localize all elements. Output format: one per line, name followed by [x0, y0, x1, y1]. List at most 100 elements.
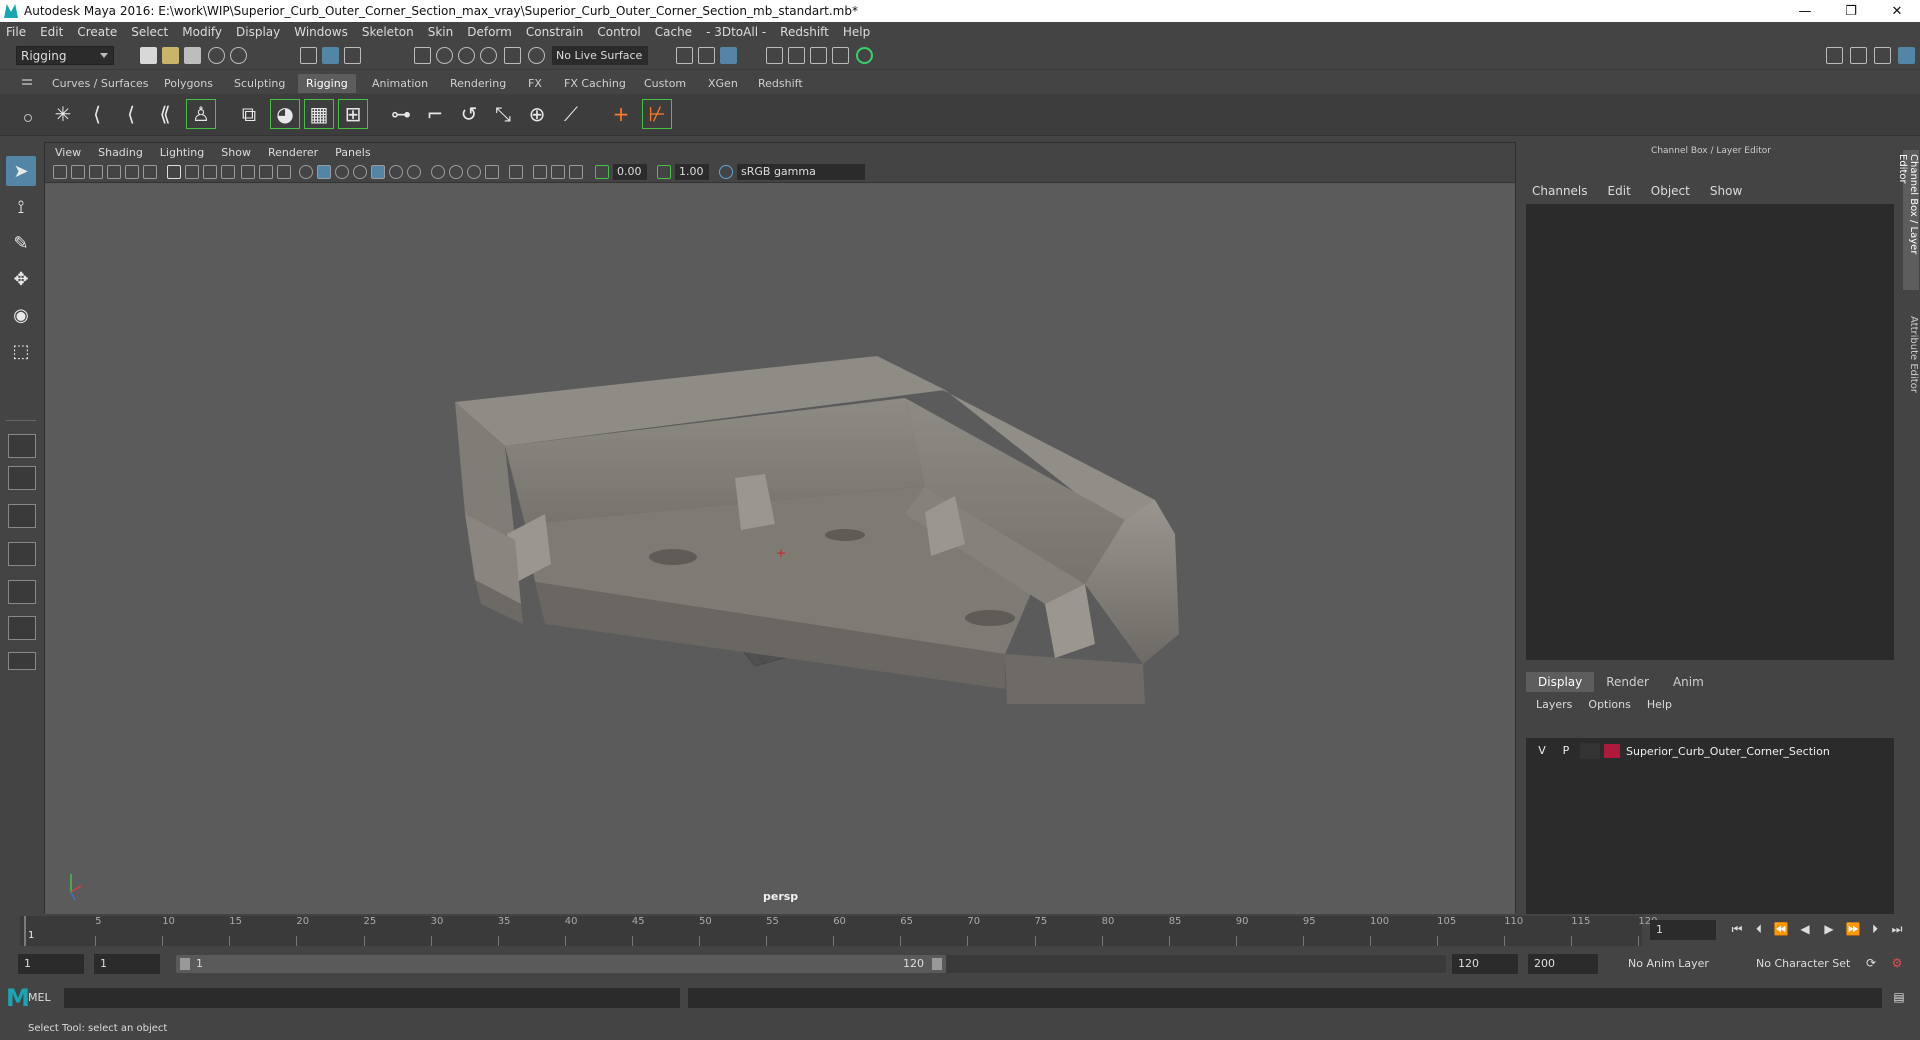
menu-set-dropdown[interactable]: Rigging: [16, 46, 114, 65]
xray-joints-icon[interactable]: [569, 165, 583, 179]
shelf-tab-rendering[interactable]: Rendering: [442, 74, 514, 93]
grid-toggle-icon[interactable]: [167, 165, 181, 179]
time-slider[interactable]: 1 5 10 15 20 25 30 35 40 45 50 55 60 65 70 75 80 85 90 95 1…: [20, 916, 1657, 946]
side-tab-channel-box[interactable]: Channel Box / Layer Editor: [1897, 150, 1919, 290]
view-transform-dropdown[interactable]: sRGB gamma: [737, 164, 865, 180]
menu-edit[interactable]: Edit: [40, 25, 63, 39]
step-forward-frame-icon[interactable]: ⏵: [1866, 922, 1884, 938]
field-chart-icon[interactable]: [241, 165, 255, 179]
ik-spline-icon[interactable]: ⟨: [116, 99, 146, 129]
output-ops-icon[interactable]: [698, 47, 715, 64]
command-language-label[interactable]: MEL: [28, 991, 51, 1004]
default-material-icon[interactable]: [353, 165, 367, 179]
camera-attributes-icon[interactable]: [71, 165, 85, 179]
cb-menu-object[interactable]: Object: [1651, 184, 1690, 198]
viewport-menu-shading[interactable]: Shading: [98, 146, 143, 159]
shelf-tab-xgen[interactable]: XGen: [700, 74, 746, 93]
snap-point-icon[interactable]: [458, 47, 475, 64]
select-camera-icon[interactable]: [53, 165, 67, 179]
shelf-tab-rigging[interactable]: Rigging: [298, 74, 356, 93]
safe-title-icon[interactable]: [277, 165, 291, 179]
menu-display[interactable]: Display: [236, 25, 280, 39]
cluster-icon[interactable]: ⊞: [338, 99, 368, 129]
input-ops-icon[interactable]: [676, 47, 693, 64]
pole-vector-icon[interactable]: ⟋: [556, 99, 586, 129]
range-start-handle[interactable]: [180, 958, 190, 970]
two-d-pan-zoom-icon[interactable]: [125, 165, 139, 179]
ambient-occlusion-icon[interactable]: [431, 165, 445, 179]
two-pane-side-layout-icon[interactable]: [8, 504, 36, 528]
lasso-tool-icon[interactable]: ⟟: [6, 192, 36, 222]
le-menu-layers[interactable]: Layers: [1536, 698, 1572, 711]
layer-display-type[interactable]: [1580, 743, 1600, 759]
shadows-icon[interactable]: [407, 165, 421, 179]
shelf-tab-animation[interactable]: Animation: [364, 74, 436, 93]
cb-menu-edit[interactable]: Edit: [1608, 184, 1631, 198]
anim-layer-dropdown[interactable]: No Anim Layer: [1622, 954, 1734, 974]
channel-box-area[interactable]: [1526, 204, 1894, 660]
scale-tool-icon[interactable]: ⬚: [6, 336, 36, 366]
3d-viewport[interactable]: persp: [45, 184, 1515, 914]
shelf-tab-fx[interactable]: FX: [520, 74, 550, 93]
color-management-icon[interactable]: [719, 165, 733, 179]
rotate-tool-icon[interactable]: ◉: [6, 300, 36, 330]
shelf-tab-sculpting[interactable]: Sculpting: [226, 74, 293, 93]
redo-icon[interactable]: [230, 47, 247, 64]
workspace-icon[interactable]: [1826, 47, 1843, 64]
play-forward-icon[interactable]: ▶: [1820, 922, 1838, 938]
go-to-end-icon[interactable]: ⏭: [1888, 922, 1906, 938]
step-back-key-icon[interactable]: ⏪: [1772, 922, 1790, 938]
layer-name[interactable]: Superior_Curb_Outer_Corner_Section: [1626, 745, 1830, 758]
save-scene-icon[interactable]: [184, 47, 201, 64]
auto-key-icon[interactable]: ⟳: [1862, 956, 1880, 972]
menu-create[interactable]: Create: [77, 25, 117, 39]
close-button[interactable]: ✕: [1874, 0, 1920, 22]
cb-menu-show[interactable]: Show: [1710, 184, 1742, 198]
undo-icon[interactable]: [208, 47, 225, 64]
menu-3dtoall[interactable]: - 3DtoAll -: [706, 25, 766, 39]
lattice-icon[interactable]: ▦: [304, 99, 334, 129]
range-end-handle[interactable]: [932, 958, 942, 970]
ipr-render-icon[interactable]: [810, 47, 827, 64]
shelf-tab-curves-surfaces[interactable]: Curves / Surfaces: [44, 74, 157, 93]
go-to-start-icon[interactable]: ⏮: [1728, 922, 1746, 938]
layer-visibility-toggle[interactable]: V: [1532, 743, 1552, 759]
quick-rig-icon[interactable]: ⟪: [150, 99, 180, 129]
hypershade-icon[interactable]: [856, 47, 873, 64]
viewport-menu-renderer[interactable]: Renderer: [268, 146, 318, 159]
scale-constraint-icon[interactable]: ⤡: [488, 99, 518, 129]
shelf-tab-fx-caching[interactable]: FX Caching: [556, 74, 634, 93]
animation-end-field[interactable]: 200: [1528, 954, 1598, 974]
magnet-icon[interactable]: [528, 47, 545, 64]
menu-select[interactable]: Select: [131, 25, 168, 39]
outliner-toggle-icon[interactable]: [1874, 47, 1891, 64]
current-frame-marker[interactable]: [24, 916, 26, 946]
graph-persp-layout-icon[interactable]: [8, 616, 36, 640]
xray-active-components-icon[interactable]: [551, 165, 565, 179]
motion-blur-icon[interactable]: [449, 165, 463, 179]
gamma-icon[interactable]: [657, 165, 671, 179]
bind-skin-icon[interactable]: ⧉: [234, 99, 264, 129]
side-tab-attribute-editor[interactable]: Attribute Editor: [1903, 312, 1919, 412]
viewport-menu-view[interactable]: View: [55, 146, 81, 159]
viewport-menu-lighting[interactable]: Lighting: [160, 146, 204, 159]
aim-constraint-icon[interactable]: ⊕: [522, 99, 552, 129]
channel-box-toggle-icon[interactable]: [1898, 47, 1915, 64]
character-set-dropdown[interactable]: No Character Set: [1750, 954, 1864, 974]
layer-tab-anim[interactable]: Anim: [1661, 672, 1716, 692]
layer-playback-toggle[interactable]: P: [1556, 743, 1576, 759]
play-backward-icon[interactable]: ◀: [1796, 922, 1814, 938]
step-back-frame-icon[interactable]: ⏴: [1750, 922, 1768, 938]
outliner-persp-layout-icon[interactable]: [8, 580, 36, 604]
playback-start-field[interactable]: 1: [94, 954, 160, 974]
le-menu-help[interactable]: Help: [1647, 698, 1672, 711]
use-all-lights-icon[interactable]: [389, 165, 403, 179]
menu-skin[interactable]: Skin: [428, 25, 454, 39]
gamma-field[interactable]: 1.00: [675, 164, 709, 180]
select-tool-icon[interactable]: ➤: [6, 156, 36, 186]
grease-pencil-icon[interactable]: [143, 165, 157, 179]
menu-file[interactable]: File: [6, 25, 26, 39]
textured-icon[interactable]: [371, 165, 385, 179]
command-input[interactable]: [64, 988, 680, 1008]
menu-windows[interactable]: Windows: [294, 25, 348, 39]
